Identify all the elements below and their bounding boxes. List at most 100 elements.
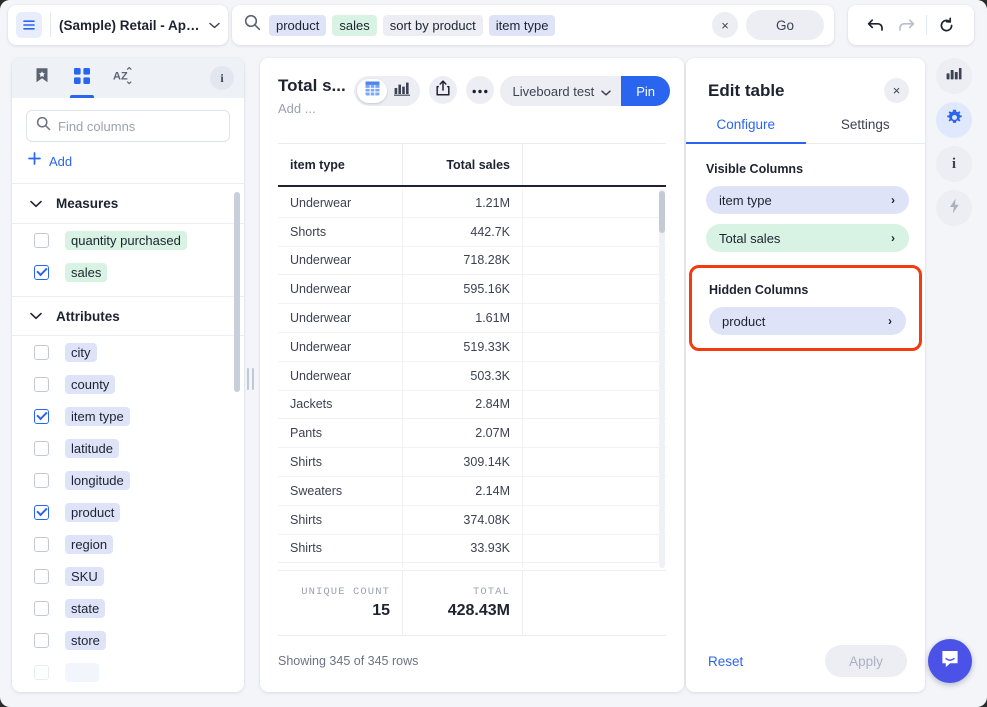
column-row[interactable]: sales (12, 256, 244, 288)
chat-support-button[interactable] (928, 639, 972, 683)
column-label[interactable]: sales (65, 263, 107, 282)
column-label[interactable]: region (65, 535, 113, 554)
column-checkbox[interactable] (34, 441, 49, 456)
table-scrollbar[interactable] (659, 191, 665, 233)
pin-button[interactable]: Pin (621, 76, 670, 106)
hidden-column-product[interactable]: product › (709, 307, 906, 335)
sidebar-info-button[interactable]: i (210, 66, 234, 90)
liveboard-select[interactable]: Liveboard test (500, 76, 622, 106)
column-checkbox[interactable] (34, 265, 49, 280)
table-row[interactable]: Shirts374.08K (278, 506, 666, 535)
settings-button[interactable] (936, 102, 972, 138)
tab-bookmarks[interactable] (22, 58, 62, 98)
table-row[interactable]: Jackets2.84M (278, 391, 666, 420)
share-button[interactable] (429, 76, 457, 104)
column-label[interactable]: quantity purchased (65, 231, 187, 250)
redo-button[interactable] (895, 13, 919, 37)
go-button[interactable]: Go (746, 10, 824, 40)
datasource-name[interactable]: (Sample) Retail - Apparel (59, 18, 203, 33)
table-row[interactable]: Underwear1.61M (278, 304, 666, 333)
column-header[interactable]: item type (278, 144, 403, 185)
table-row[interactable]: Shirts309.14K (278, 448, 666, 477)
table-row[interactable]: Shorts442.7K (278, 218, 666, 247)
panel-resize-handle[interactable] (246, 367, 254, 391)
apply-button[interactable]: Apply (825, 645, 907, 677)
close-icon[interactable]: × (884, 78, 909, 103)
hamburger-menu-icon[interactable] (16, 12, 42, 38)
search-token[interactable]: sort by product (383, 15, 483, 36)
column-checkbox[interactable] (34, 665, 49, 680)
table-row[interactable]: Underwear1.21M (278, 189, 666, 218)
column-row[interactable]: latitude (12, 432, 244, 464)
table-row[interactable]: Shirts33.93K (278, 535, 666, 564)
search-bar[interactable]: product sales sort by product item type … (232, 5, 834, 45)
add-column-button[interactable]: Add (12, 142, 244, 182)
column-checkbox[interactable] (34, 233, 49, 248)
column-row[interactable]: county (12, 368, 244, 400)
chart-view-button[interactable] (387, 79, 417, 103)
search-token[interactable]: item type (489, 15, 556, 36)
column-checkbox[interactable] (34, 505, 49, 520)
column-row[interactable]: longitude (12, 464, 244, 496)
column-checkbox[interactable] (34, 377, 49, 392)
tab-settings[interactable]: Settings (806, 117, 926, 143)
page-title[interactable]: Total s... (278, 76, 352, 96)
find-columns-box[interactable] (26, 110, 230, 142)
column-row[interactable]: region (12, 528, 244, 560)
find-columns-input[interactable] (58, 119, 220, 134)
column-label[interactable]: latitude (65, 439, 119, 458)
reset-button[interactable] (934, 13, 958, 37)
column-checkbox[interactable] (34, 601, 49, 616)
undo-button[interactable] (864, 13, 888, 37)
column-label[interactable] (65, 663, 99, 682)
column-label[interactable]: product (65, 503, 120, 522)
add-description-link[interactable]: Add ... (278, 101, 352, 116)
clear-search-button[interactable]: × (712, 12, 738, 38)
column-row[interactable] (12, 656, 244, 686)
column-label[interactable]: item type (65, 407, 130, 426)
column-row[interactable]: quantity purchased (12, 224, 244, 256)
search-token[interactable]: product (269, 15, 326, 36)
group-header-attributes[interactable]: Attributes (12, 296, 244, 336)
column-checkbox[interactable] (34, 537, 49, 552)
actions-button[interactable] (936, 190, 972, 226)
table-view-button[interactable] (357, 79, 387, 103)
column-label[interactable]: store (65, 631, 106, 650)
chevron-down-icon[interactable] (209, 16, 220, 34)
column-label[interactable]: longitude (65, 471, 130, 490)
column-label[interactable]: county (65, 375, 115, 394)
table-row[interactable]: Shirts325.31K (278, 563, 666, 568)
column-row[interactable]: SKU (12, 560, 244, 592)
column-checkbox[interactable] (34, 409, 49, 424)
visible-column-total-sales[interactable]: Total sales › (706, 224, 909, 252)
table-row[interactable]: Underwear595.16K (278, 275, 666, 304)
column-checkbox[interactable] (34, 345, 49, 360)
column-label[interactable]: city (65, 343, 97, 362)
column-row[interactable]: city (12, 336, 244, 368)
tab-sort-alpha[interactable]: AZ (102, 58, 142, 98)
group-header-measures[interactable]: Measures (12, 184, 244, 224)
column-checkbox[interactable] (34, 633, 49, 648)
chart-bar-button[interactable] (936, 58, 972, 94)
reset-button[interactable]: Reset (708, 654, 743, 669)
column-header[interactable]: Total sales (403, 144, 523, 185)
table-row[interactable]: Sweaters2.14M (278, 477, 666, 506)
column-checkbox[interactable] (34, 569, 49, 584)
table-row[interactable]: Underwear519.33K (278, 333, 666, 362)
table-row[interactable]: Underwear718.28K (278, 247, 666, 276)
column-row[interactable]: item type (12, 400, 244, 432)
column-row[interactable]: state (12, 592, 244, 624)
info-button[interactable]: i (936, 146, 972, 182)
tab-columns[interactable] (62, 58, 102, 98)
column-row[interactable]: product (12, 496, 244, 528)
search-token[interactable]: sales (332, 15, 376, 36)
column-label[interactable]: state (65, 599, 105, 618)
column-label[interactable]: SKU (65, 567, 104, 586)
sidebar-scrollbar[interactable] (234, 192, 240, 392)
column-header[interactable] (523, 144, 666, 185)
tab-configure[interactable]: Configure (686, 117, 806, 143)
visible-column-item-type[interactable]: item type › (706, 186, 909, 214)
table-row[interactable]: Pants2.07M (278, 419, 666, 448)
column-checkbox[interactable] (34, 473, 49, 488)
more-options-button[interactable] (466, 76, 494, 104)
